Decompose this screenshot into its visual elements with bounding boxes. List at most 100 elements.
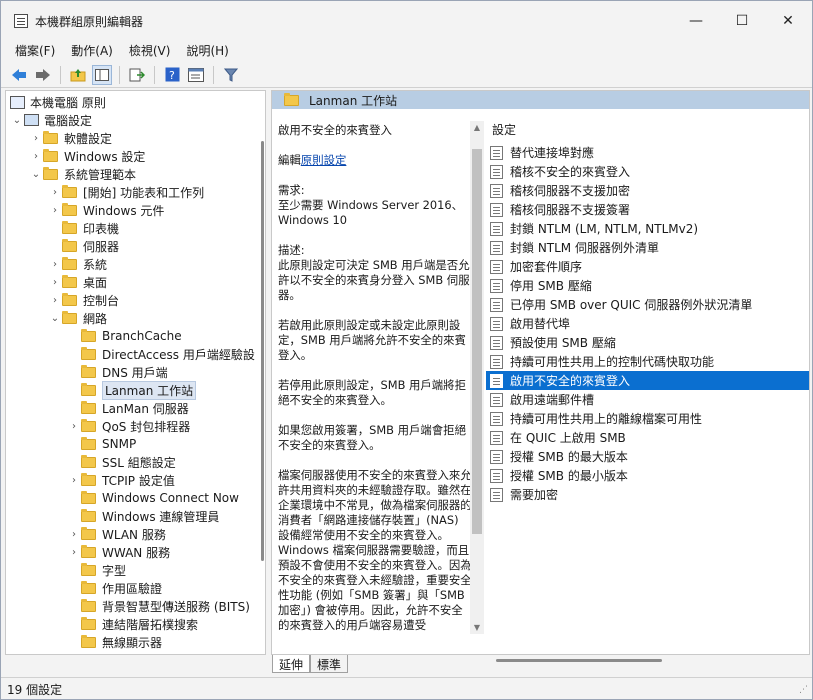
tab-standard[interactable]: 標準	[310, 655, 349, 673]
tree-item[interactable]: › 軟體設定	[29, 129, 112, 147]
chevron-down-icon[interactable]: ⌄	[10, 115, 24, 126]
chevron-down-icon[interactable]: ⌄	[29, 169, 43, 180]
chevron-right-icon[interactable]: ›	[48, 295, 62, 306]
menu-file[interactable]: 檔案(F)	[7, 41, 63, 61]
setting-row[interactable]: 授權 SMB 的最小版本	[486, 466, 809, 485]
tree-item[interactable]: ⌄ 網路	[48, 309, 107, 327]
minimize-button[interactable]: —	[673, 1, 719, 41]
setting-label: 封鎖 NTLM 伺服器例外清單	[510, 241, 659, 255]
menu-help[interactable]: 說明(H)	[178, 41, 236, 61]
tree-item[interactable]: DirectAccess 用戶端經驗設	[67, 345, 255, 363]
tree-item[interactable]: 連結階層拓樸搜索	[67, 615, 198, 633]
show-hide-tree-icon[interactable]	[92, 64, 112, 85]
tree-item[interactable]: › WWAN 服務	[67, 543, 170, 561]
setting-row[interactable]: 啟用替代埠	[486, 314, 809, 333]
help-icon[interactable]: ?	[162, 65, 182, 85]
tree-item[interactable]: › 系統	[48, 255, 107, 273]
tree-item-computer-config[interactable]: ⌄ 電腦設定	[10, 111, 92, 129]
setting-row[interactable]: 封鎖 NTLM (LM, NTLM, NTLMv2)	[486, 219, 809, 238]
scroll-up-arrow-icon[interactable]: ▲	[470, 123, 484, 132]
close-button[interactable]: ✕	[765, 1, 811, 41]
tree-item[interactable]: › Windows 元件	[48, 201, 164, 219]
setting-row[interactable]: 封鎖 NTLM 伺服器例外清單	[486, 238, 809, 257]
tree-item[interactable]: BranchCache	[67, 327, 182, 345]
tree-item[interactable]: › Windows 設定	[29, 147, 145, 165]
tab-extended[interactable]: 延伸	[272, 655, 311, 673]
setting-row[interactable]: 需要加密	[486, 485, 809, 504]
tree-item[interactable]: DNS 用戶端	[67, 363, 168, 381]
tree-pane[interactable]: 本機電腦 原則 ⌄ 電腦設定 › 軟體設定 › Windows 設定 ⌄ 系統管理範本 ›[…	[5, 90, 266, 655]
policy-setting-icon	[490, 354, 503, 369]
maximize-button[interactable]: ☐	[719, 1, 765, 41]
setting-row[interactable]: 啟用不安全的來賓登入	[486, 371, 809, 390]
chevron-right-icon[interactable]: ›	[48, 187, 62, 198]
setting-row[interactable]: 在 QUIC 上啟用 SMB	[486, 428, 809, 447]
tree-item[interactable]: › 桌面	[48, 273, 107, 291]
setting-row[interactable]: 持續可用性共用上的控制代碼快取功能	[486, 352, 809, 371]
tree-item[interactable]: Windows Connect Now	[67, 489, 239, 507]
tree-item[interactable]: SNMP	[67, 435, 136, 453]
tree-root[interactable]: 本機電腦 原則	[10, 93, 106, 111]
tree-item[interactable]: 印表機	[48, 219, 119, 237]
tree-item[interactable]: 作用區驗證	[67, 579, 162, 597]
up-folder-icon[interactable]	[68, 65, 88, 85]
column-header-setting[interactable]: 設定	[486, 121, 806, 141]
chevron-right-icon[interactable]: ›	[29, 133, 43, 144]
folder-icon	[62, 310, 77, 324]
folder-icon	[81, 544, 96, 558]
chevron-right-icon[interactable]: ›	[48, 205, 62, 216]
export-list-icon[interactable]	[127, 65, 147, 85]
scrollbar-thumb[interactable]	[472, 149, 482, 534]
tree-item[interactable]: ⌄ 系統管理範本	[29, 165, 136, 183]
tree-item[interactable]: 字型	[67, 561, 126, 579]
setting-row[interactable]: 稽核伺服器不支援加密	[486, 181, 809, 200]
menu-view[interactable]: 檢視(V)	[121, 41, 179, 61]
horizontal-scrollbar[interactable]	[496, 659, 662, 662]
chevron-right-icon[interactable]: ›	[67, 475, 81, 486]
chevron-right-icon[interactable]: ›	[67, 421, 81, 432]
resize-grip-icon[interactable]: ⋰	[799, 685, 808, 695]
chevron-down-icon[interactable]: ⌄	[48, 313, 62, 324]
setting-row[interactable]: 替代連接埠對應	[486, 143, 809, 162]
tree-item[interactable]: 無線顯示器	[67, 633, 162, 651]
tree-item[interactable]: 背景智慧型傳送服務 (BITS)	[67, 597, 250, 615]
setting-row[interactable]: 稽核不安全的來賓登入	[486, 162, 809, 181]
tree-item[interactable]: › QoS 封包排程器	[67, 417, 190, 435]
tree-item[interactable]: 伺服器	[48, 237, 119, 255]
tree-item[interactable]: › [開始] 功能表和工作列	[48, 183, 204, 201]
tree-item[interactable]: › TCPIP 設定值	[67, 471, 175, 489]
setting-row[interactable]: 停用 SMB 壓縮	[486, 276, 809, 295]
setting-label: 授權 SMB 的最小版本	[510, 469, 628, 483]
setting-row[interactable]: 持續可用性共用上的離線檔案可用性	[486, 409, 809, 428]
edit-policy-link[interactable]: 原則設定	[301, 153, 347, 167]
tree-scrollbar[interactable]	[260, 91, 265, 654]
tree-item[interactable]: Windows 連線管理員	[67, 507, 219, 525]
forward-arrow-icon[interactable]	[33, 65, 53, 85]
scroll-down-arrow-icon[interactable]: ▼	[470, 623, 484, 632]
setting-row[interactable]: 加密套件順序	[486, 257, 809, 276]
setting-row[interactable]: 已停用 SMB over QUIC 伺服器例外狀況清單	[486, 295, 809, 314]
description-panel: 啟用不安全的來賓登入 編輯原則設定 需求: 至少需要 Windows Serve…	[272, 111, 472, 634]
filter-icon[interactable]	[221, 65, 241, 85]
tree-item[interactable]: › WLAN 服務	[67, 525, 166, 543]
back-arrow-icon[interactable]	[9, 65, 29, 85]
tree-item[interactable]: › 控制台	[48, 291, 119, 309]
folder-icon	[43, 166, 58, 180]
tree-item[interactable]: Lanman 工作站	[67, 380, 197, 400]
setting-row[interactable]: 授權 SMB 的最大版本	[486, 447, 809, 466]
tree-item[interactable]: SSL 組態設定	[67, 453, 176, 471]
chevron-right-icon[interactable]: ›	[67, 529, 81, 540]
setting-row[interactable]: 稽核伺服器不支援簽署	[486, 200, 809, 219]
properties-icon[interactable]	[186, 65, 206, 85]
chevron-right-icon[interactable]: ›	[29, 151, 43, 162]
chevron-right-icon[interactable]: ›	[48, 277, 62, 288]
setting-row[interactable]: 啟用遠端郵件槽	[486, 390, 809, 409]
chevron-right-icon[interactable]: ›	[67, 547, 81, 558]
scrollbar-thumb[interactable]	[261, 141, 264, 561]
description-scrollbar[interactable]: ▲ ▼	[470, 121, 484, 634]
setting-row[interactable]: 預設使用 SMB 壓縮	[486, 333, 809, 352]
tree-item[interactable]: LanMan 伺服器	[67, 399, 189, 417]
chevron-right-icon[interactable]: ›	[48, 259, 62, 270]
policy-setting-icon	[490, 392, 503, 407]
menu-action[interactable]: 動作(A)	[63, 41, 121, 61]
